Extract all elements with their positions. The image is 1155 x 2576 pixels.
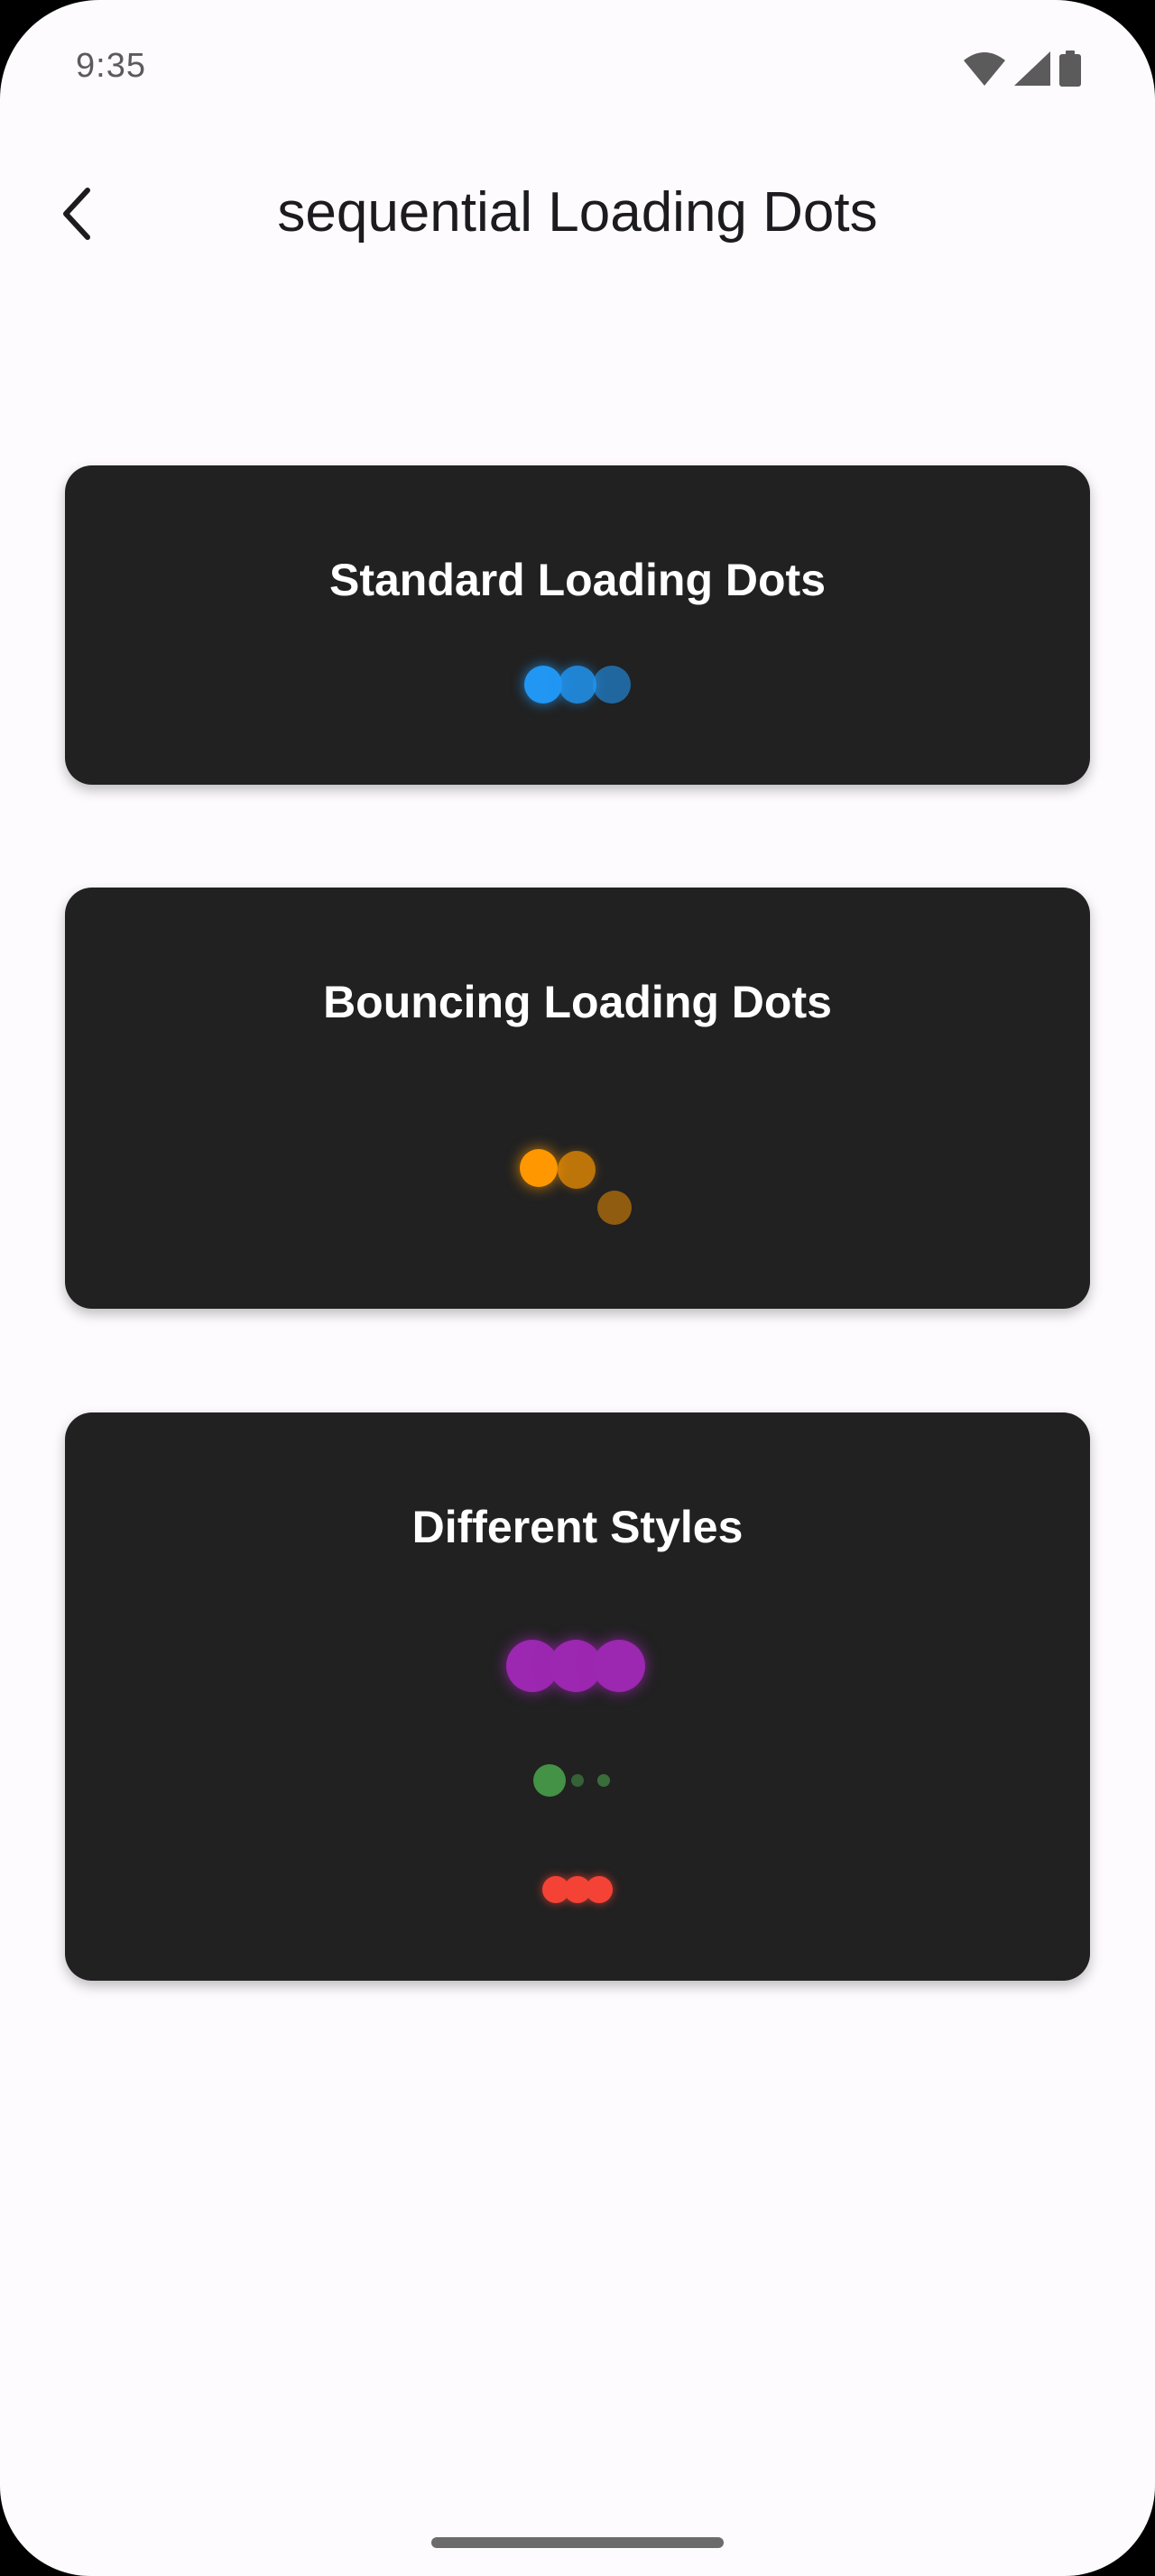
loading-dot [524, 666, 562, 704]
standard-loading-dots-card: Standard Loading Dots [65, 465, 1090, 785]
bouncing-dot [520, 1149, 558, 1187]
wifi-icon [964, 52, 1005, 86]
card-title: Different Styles [411, 1502, 744, 1552]
card-title: Bouncing Loading Dots [323, 977, 832, 1027]
bouncing-loading-dots-card: Bouncing Loading Dots [65, 888, 1090, 1309]
green-dot [597, 1774, 610, 1787]
loading-dot [593, 666, 631, 704]
status-icons [964, 51, 1081, 87]
different-styles-card: Different Styles [65, 1412, 1090, 1981]
battery-icon [1059, 51, 1081, 87]
bouncing-dot [597, 1191, 632, 1225]
page-title: sequential Loading Dots [277, 181, 878, 244]
card-title: Standard Loading Dots [329, 555, 826, 605]
status-time: 9:35 [76, 47, 146, 85]
loading-dot [559, 666, 596, 704]
home-indicator[interactable] [431, 2537, 724, 2548]
app-bar: sequential Loading Dots [0, 153, 1155, 280]
app-screen: 9:35 sequential Loading Dots Standard Lo… [0, 0, 1155, 2576]
cellular-signal-icon [1014, 51, 1050, 86]
green-dot [571, 1774, 584, 1787]
green-dot [533, 1764, 566, 1797]
red-dot [586, 1876, 613, 1903]
status-bar: 9:35 [0, 0, 1155, 135]
purple-dot [593, 1640, 645, 1692]
bouncing-dot [558, 1151, 596, 1189]
